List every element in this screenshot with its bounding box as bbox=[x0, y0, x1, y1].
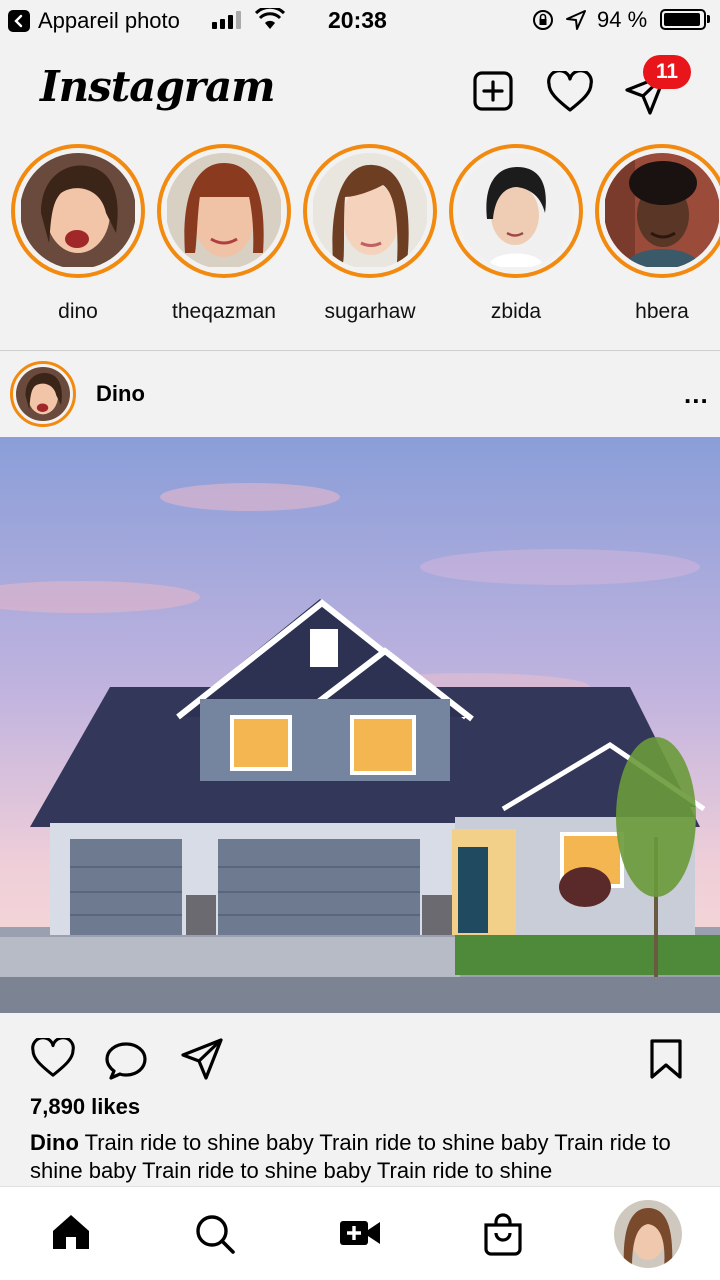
bookmark-icon[interactable] bbox=[648, 1038, 684, 1085]
messages-badge: 11 bbox=[643, 55, 691, 89]
story-item[interactable]: theqazman bbox=[154, 144, 294, 324]
story-username: sugarhaw bbox=[324, 300, 416, 323]
more-options-button[interactable]: ... bbox=[684, 381, 709, 407]
story-item[interactable]: zbida bbox=[446, 144, 586, 324]
caption-text: Train ride to shine baby Train ride to s… bbox=[30, 1130, 671, 1183]
plus-square-icon[interactable] bbox=[472, 70, 514, 117]
battery-percent: 94 % bbox=[597, 7, 648, 32]
story-username: hbera bbox=[635, 300, 689, 323]
heart-icon[interactable] bbox=[546, 69, 594, 118]
location-arrow-icon bbox=[565, 9, 587, 37]
status-bar: Appareil photo 20:38 94 % bbox=[0, 0, 720, 40]
avatar-image bbox=[16, 367, 70, 421]
likes-count[interactable]: 7,890 likes bbox=[30, 1094, 140, 1120]
video-plus-icon[interactable] bbox=[338, 1217, 382, 1254]
instagram-logo: Instagram bbox=[40, 62, 276, 111]
post-actions bbox=[0, 1013, 720, 1093]
story-avatar bbox=[604, 153, 720, 269]
profile-avatar-button[interactable] bbox=[614, 1200, 682, 1268]
heart-icon[interactable] bbox=[30, 1036, 76, 1083]
post-image[interactable] bbox=[0, 437, 720, 1013]
story-avatar bbox=[166, 153, 282, 269]
paper-plane-icon[interactable] bbox=[180, 1037, 224, 1086]
cellular-signal-icon bbox=[212, 11, 241, 29]
post-caption: Dino Train ride to shine baby Train ride… bbox=[30, 1129, 700, 1185]
comment-icon[interactable] bbox=[104, 1040, 148, 1085]
bottom-nav bbox=[0, 1186, 720, 1280]
battery-fill bbox=[664, 13, 700, 26]
home-icon[interactable] bbox=[50, 1211, 92, 1258]
back-app-label: Appareil photo bbox=[38, 8, 180, 33]
battery-cap bbox=[707, 15, 710, 23]
search-icon[interactable] bbox=[194, 1213, 236, 1260]
story-ring bbox=[157, 144, 291, 278]
wifi-icon bbox=[254, 5, 286, 36]
story-avatar bbox=[312, 153, 428, 269]
shopping-bag-icon[interactable] bbox=[482, 1213, 524, 1262]
battery-icon bbox=[660, 9, 706, 30]
story-item[interactable]: hbera bbox=[592, 144, 720, 324]
caption-username[interactable]: Dino bbox=[30, 1130, 79, 1155]
story-ring bbox=[449, 144, 583, 278]
post-author-avatar[interactable] bbox=[10, 361, 76, 427]
chevron-left-icon bbox=[8, 10, 30, 32]
story-item[interactable]: sugarhaw bbox=[300, 144, 440, 324]
post-author-username[interactable]: Dino bbox=[96, 381, 145, 407]
story-ring bbox=[11, 144, 145, 278]
stories-tray: dino theqazman sugarhaw zbida hbera bbox=[0, 138, 720, 350]
story-ring bbox=[595, 144, 720, 278]
story-avatar bbox=[458, 153, 574, 269]
back-to-app-button[interactable]: Appareil photo bbox=[8, 8, 180, 34]
story-username: zbida bbox=[490, 300, 542, 323]
post-header: Dino ... bbox=[0, 351, 720, 437]
rotation-lock-icon bbox=[531, 8, 555, 38]
status-time: 20:38 bbox=[328, 7, 387, 33]
story-username: dino bbox=[58, 300, 98, 323]
story-ring bbox=[303, 144, 437, 278]
story-avatar bbox=[20, 153, 136, 269]
story-username: theqazman bbox=[172, 300, 276, 323]
story-item[interactable]: dino bbox=[8, 144, 148, 324]
app-header: Instagram 11 bbox=[0, 40, 720, 138]
